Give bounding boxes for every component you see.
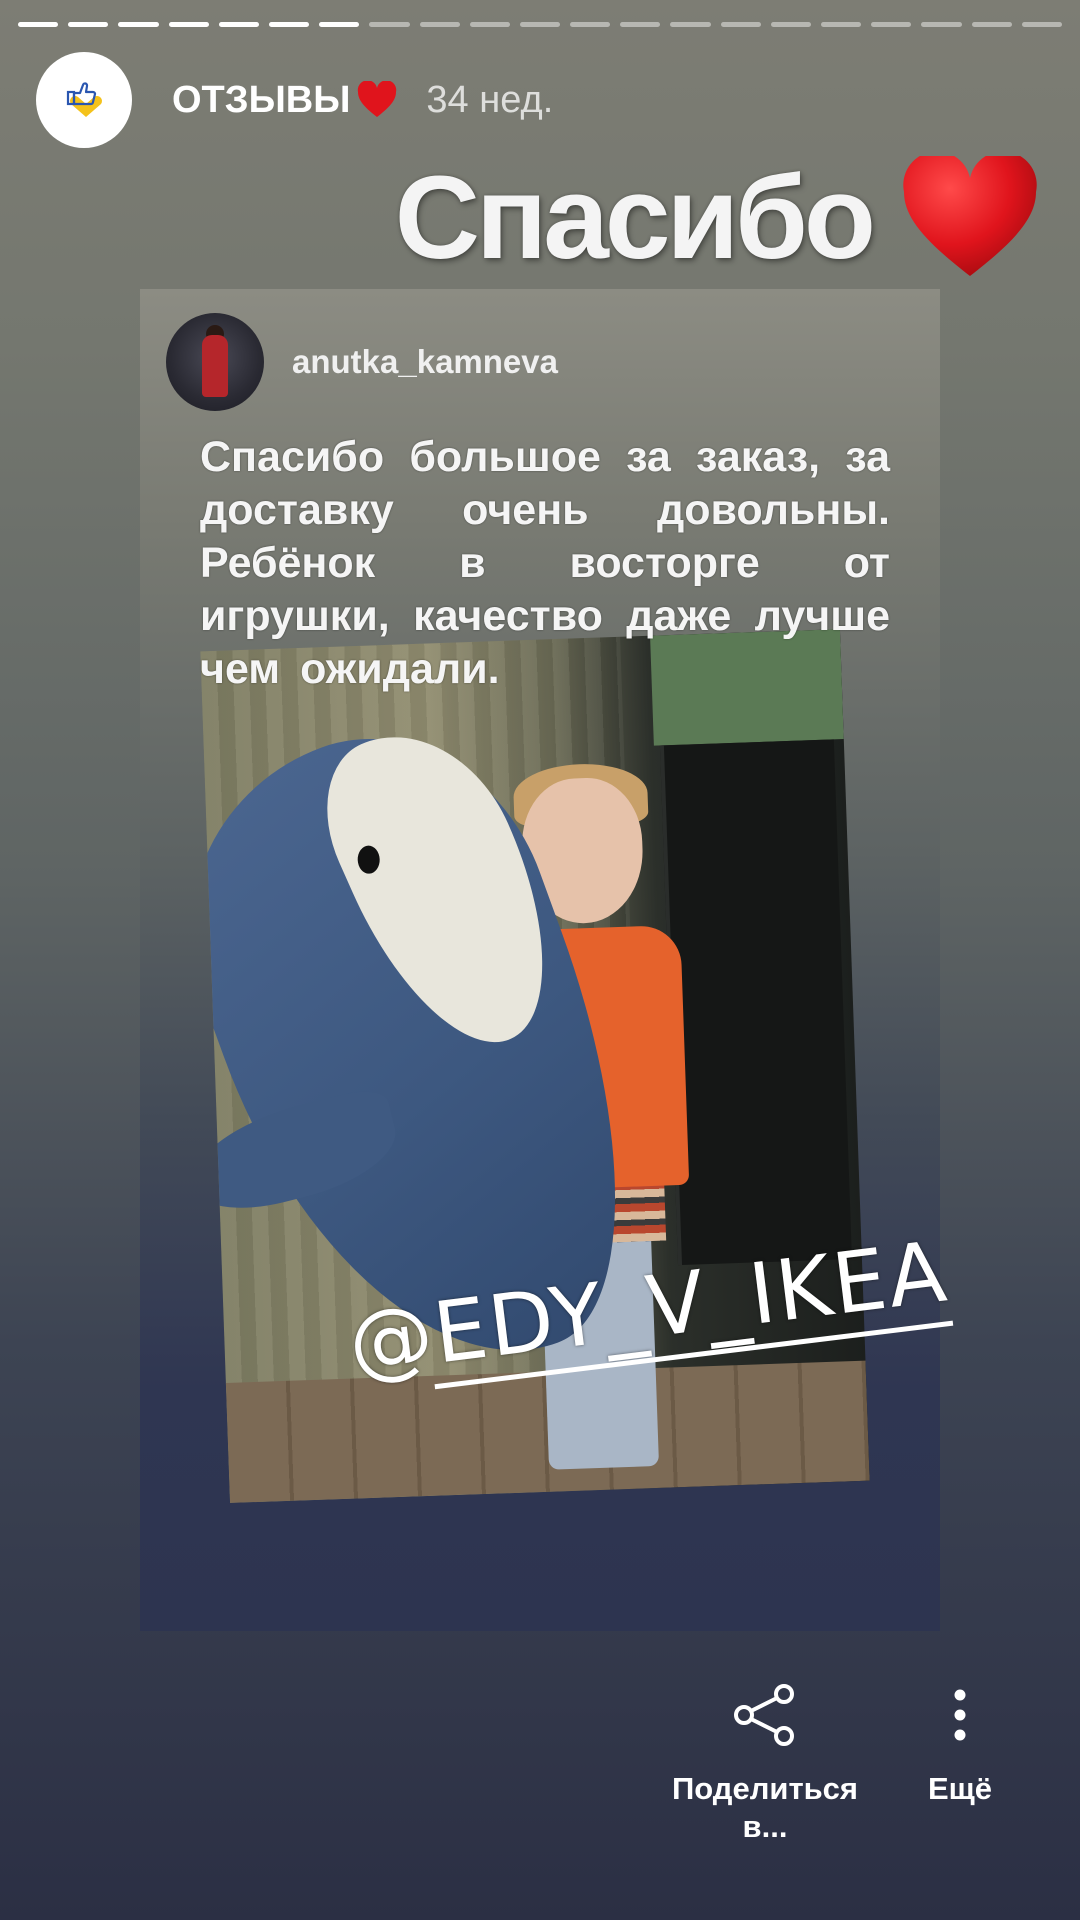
progress-segment [1021,22,1062,27]
progress-segment [871,22,912,27]
share-button[interactable]: Поделиться в... [660,1680,870,1846]
progress-segment [770,22,811,27]
progress-segment [821,22,862,27]
repost-username[interactable]: anutka_kamneva [292,343,558,381]
progress-segment [18,22,59,27]
more-label: Ещё [927,1771,993,1806]
repost-avatar[interactable] [166,313,264,411]
progress-segment [319,22,360,27]
progress-segment [218,22,259,27]
share-label: Поделиться в... [671,1771,859,1844]
more-button[interactable]: Ещё [900,1680,1020,1808]
story-header: ОТЗЫВЫ 34 нед. [36,52,553,148]
progress-segment [971,22,1012,27]
progress-segment [620,22,661,27]
progress-segment [369,22,410,27]
story-headline: Спасибо [395,150,1040,286]
story-time: 34 нед. [426,78,554,121]
progress-segment [168,22,209,27]
share-icon [734,1684,794,1746]
progress-segment [469,22,510,27]
author-name: ОТЗЫВЫ [172,78,351,121]
heart-icon [903,156,1037,276]
progress-segment [720,22,761,27]
progress-segment [570,22,611,27]
more-vertical-icon [954,1689,966,1741]
progress-segment [519,22,561,27]
review-text: Спасибо большое за заказ, за доставку оч… [200,433,890,693]
progress-segment [68,22,109,27]
story-avatar[interactable] [36,52,132,148]
progress-segment [419,22,460,27]
headline-text: Спасибо [394,152,876,284]
progress-segment [268,22,310,27]
story-progress-bar [18,22,1062,27]
repost-header: anutka_kamneva [166,313,558,411]
thumbs-up-heart-logo-icon [66,82,103,117]
progress-segment [670,22,711,27]
progress-segment [921,22,962,27]
heart-icon [358,81,397,117]
story-author[interactable]: ОТЗЫВЫ [172,79,398,122]
progress-segment [118,22,159,27]
